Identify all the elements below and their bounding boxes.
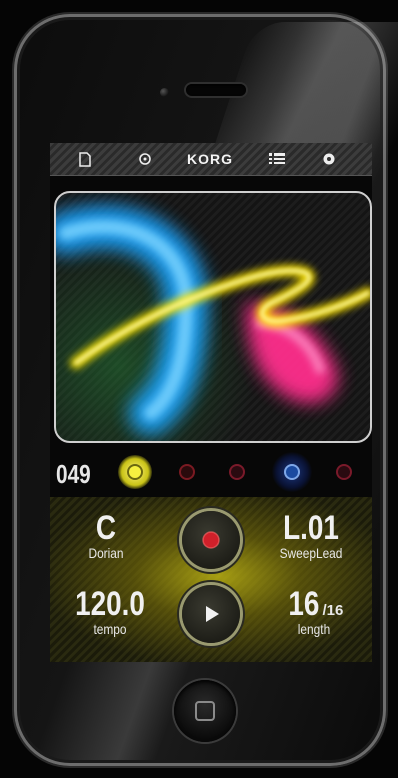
slot-1[interactable]: [118, 455, 152, 489]
light-trails: [56, 204, 370, 435]
scale-label: Dorian: [88, 545, 124, 561]
gear-small-icon[interactable]: [130, 143, 160, 175]
tempo-label: tempo: [93, 621, 127, 637]
length-suffix: /16: [322, 602, 344, 619]
preset-value: L.01: [283, 509, 339, 547]
earpiece-speaker: [186, 84, 246, 96]
settings-icon[interactable]: [314, 143, 344, 175]
key-control[interactable]: C Dorian: [66, 511, 146, 561]
slot-4[interactable]: [272, 452, 312, 492]
length-value: 16: [288, 585, 320, 623]
slot-row: 049: [50, 449, 372, 495]
tempo-value: 120.0: [75, 585, 145, 623]
list-icon[interactable]: [262, 143, 292, 175]
slot-3-indicator: [231, 466, 243, 478]
preset-name: SweepLead: [279, 545, 343, 561]
pattern-number[interactable]: 049: [56, 459, 91, 490]
front-camera: [160, 88, 169, 97]
tempo-control[interactable]: 120.0 tempo: [60, 587, 160, 637]
play-icon: [206, 606, 219, 622]
slot-5[interactable]: [333, 461, 355, 483]
record-button[interactable]: [182, 511, 240, 569]
home-button[interactable]: [174, 680, 236, 742]
key-value: C: [95, 509, 117, 547]
control-panel: C Dorian L.01 SweepLead 120.0 tempo 16/1…: [50, 497, 372, 662]
record-icon: [202, 531, 220, 549]
slot-2[interactable]: [176, 461, 198, 483]
preset-control[interactable]: L.01 SweepLead: [258, 511, 364, 561]
slot-3[interactable]: [226, 461, 248, 483]
document-icon[interactable]: [70, 143, 100, 175]
app-screen: KORG 049 C Dorian L.01 SweepLead 120.0 t…: [50, 143, 372, 662]
length-control[interactable]: 16/16 length: [264, 587, 364, 637]
slot-2-indicator: [181, 466, 193, 478]
length-label: length: [297, 621, 331, 637]
top-toolbar: KORG: [50, 143, 372, 176]
home-square-icon: [195, 701, 215, 721]
slot-1-indicator: [129, 466, 141, 478]
play-button[interactable]: [182, 585, 240, 643]
brand-logo: KORG: [187, 151, 233, 167]
slot-5-indicator: [338, 466, 350, 478]
touch-pad[interactable]: [54, 191, 372, 443]
slot-4-indicator: [286, 466, 298, 478]
